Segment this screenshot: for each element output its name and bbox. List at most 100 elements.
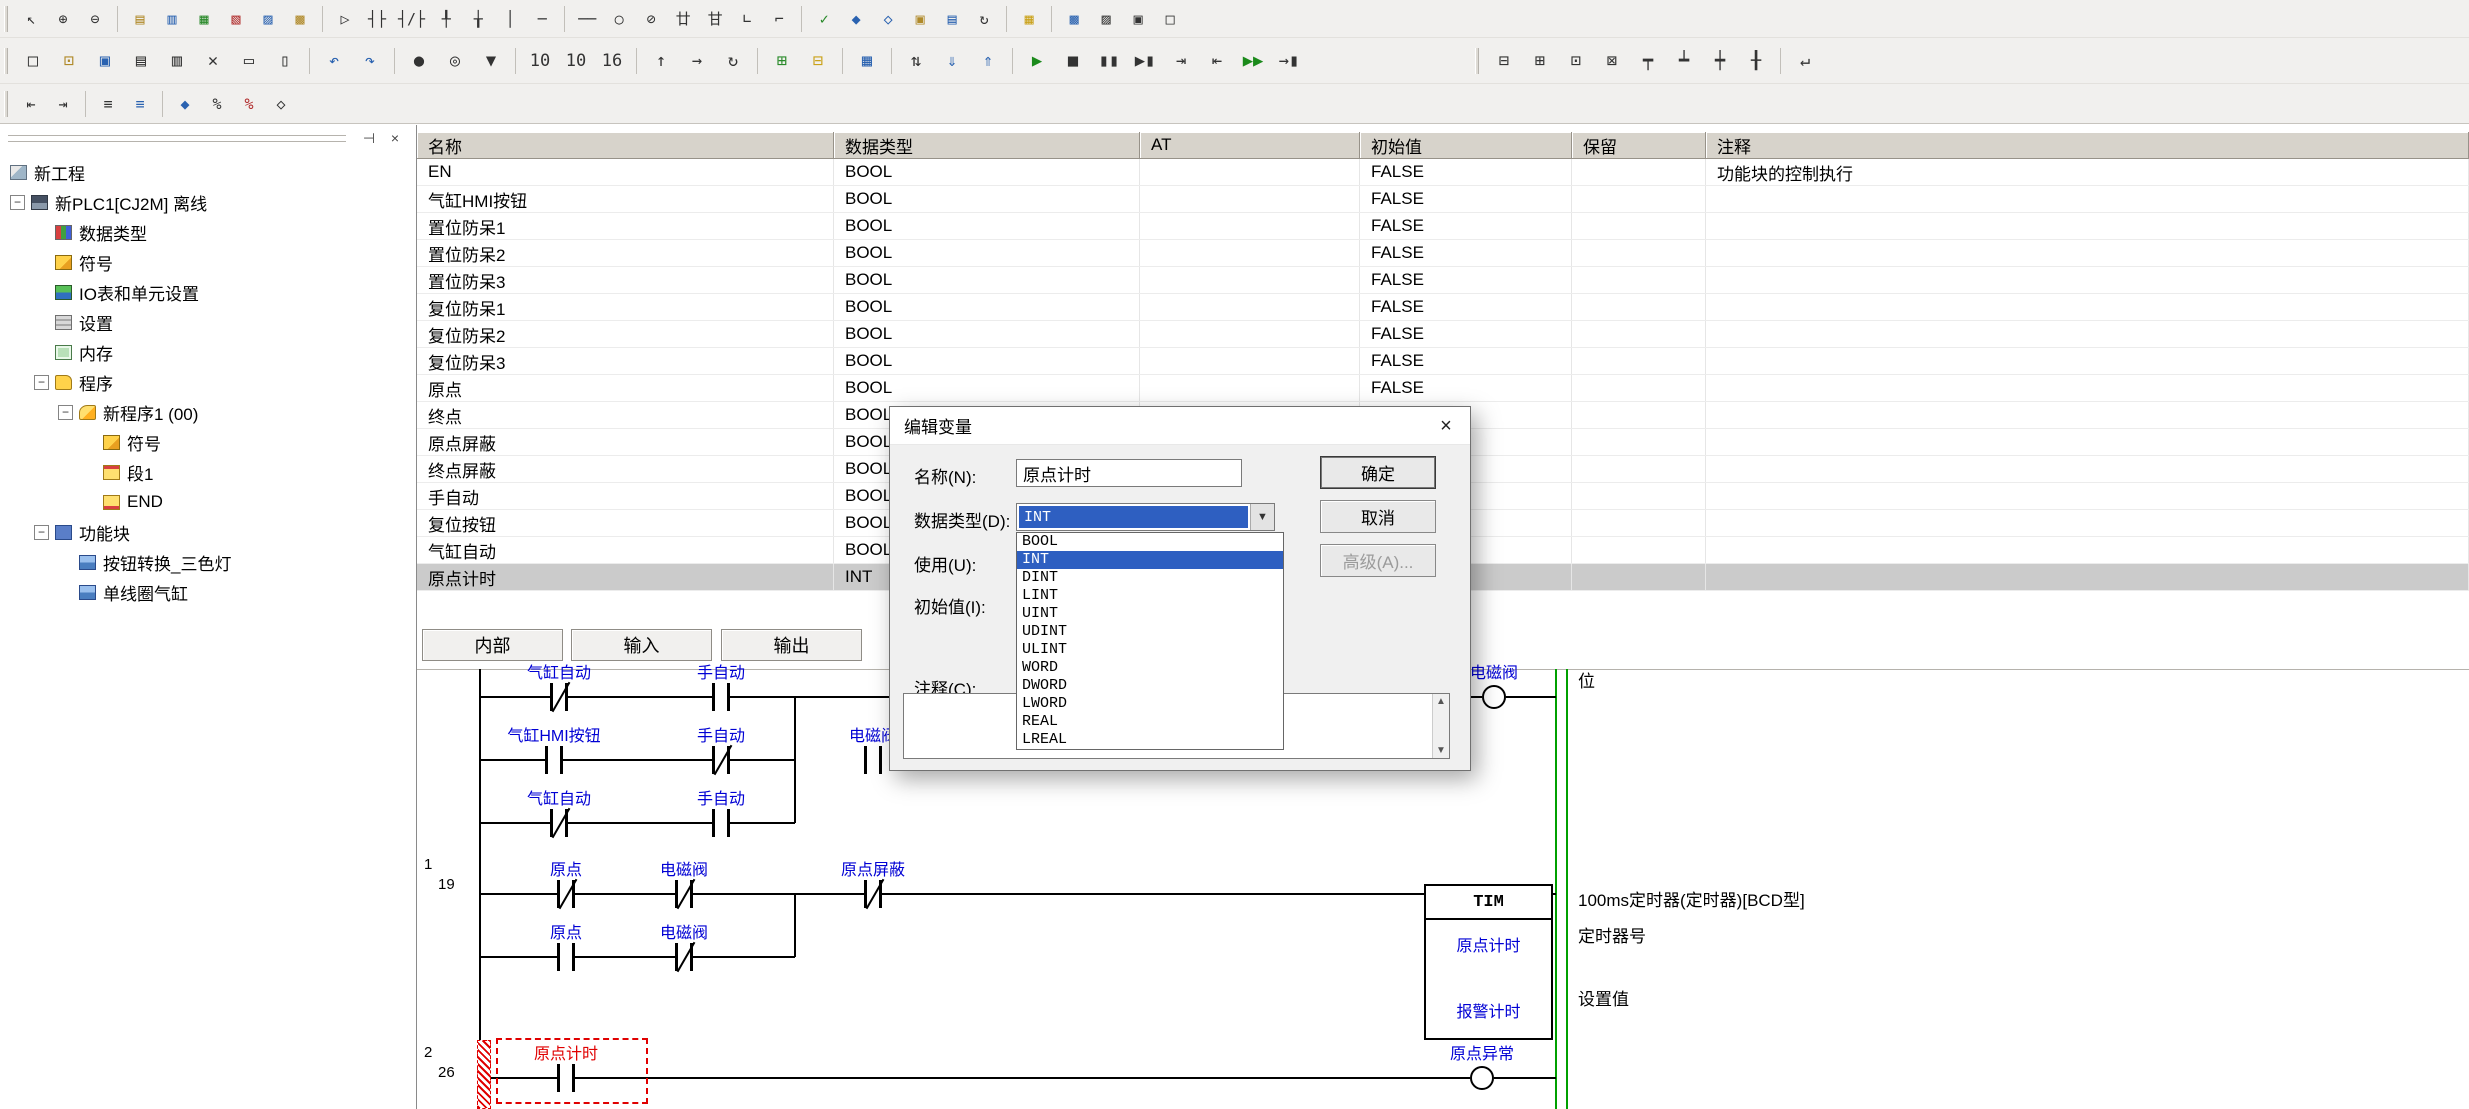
- dropdown-option[interactable]: UINT: [1017, 605, 1283, 623]
- table-row[interactable]: 复位防呆2BOOLFALSE: [417, 321, 2469, 348]
- column-header[interactable]: 保留: [1572, 132, 1706, 159]
- view-mnemonic-icon[interactable]: ▥: [157, 4, 187, 34]
- dialog-titlebar[interactable]: 编辑变量: [890, 407, 1470, 445]
- dock-panel-icon[interactable]: ⊣: [356, 128, 382, 148]
- open-file-icon[interactable]: ⊡: [52, 44, 86, 78]
- usage-rate-icon[interactable]: %: [234, 89, 264, 119]
- print-icon[interactable]: ▤: [124, 44, 158, 78]
- long-wire-icon[interactable]: ──: [572, 4, 602, 34]
- fb-define-icon[interactable]: ◇: [873, 4, 903, 34]
- io-table-view-icon[interactable]: ▧: [221, 4, 251, 34]
- stop-icon[interactable]: ■: [1056, 44, 1090, 78]
- tree-expander-icon[interactable]: −: [34, 525, 49, 540]
- diff-instruction-icon[interactable]: 甘: [700, 4, 730, 34]
- table-row[interactable]: 置位防呆3BOOLFALSE: [417, 267, 2469, 294]
- or-nc-contact-icon[interactable]: ╁: [463, 4, 493, 34]
- column-header[interactable]: 初始值: [1360, 132, 1572, 159]
- dropdown-option[interactable]: LINT: [1017, 587, 1283, 605]
- online-edit-icon[interactable]: ▦: [1014, 4, 1044, 34]
- continuous-run-icon[interactable]: ▶▶: [1236, 44, 1270, 78]
- counter-instruction-icon[interactable]: ⌐: [764, 4, 794, 34]
- view-diagram-icon[interactable]: ▤: [125, 4, 155, 34]
- tree-item[interactable]: 设置: [0, 307, 416, 337]
- copy-icon[interactable]: ▭: [232, 44, 266, 78]
- paste-icon[interactable]: ▯: [268, 44, 302, 78]
- tree-item[interactable]: 符号: [0, 427, 416, 457]
- zoom-in-icon[interactable]: ⊕: [48, 4, 78, 34]
- align-center-icon[interactable]: ⊞: [1523, 44, 1557, 78]
- outdent-icon[interactable]: ⇤: [16, 89, 46, 119]
- add-symbol-icon[interactable]: ▣: [905, 4, 935, 34]
- pause-icon[interactable]: ▮▮: [1092, 44, 1126, 78]
- tree-item[interactable]: 数据类型: [0, 217, 416, 247]
- work-online-icon[interactable]: ⊞: [765, 44, 799, 78]
- monitor-window-icon[interactable]: ▩: [1059, 4, 1089, 34]
- fb-instance-icon[interactable]: ◆: [841, 4, 871, 34]
- align-bottom-icon[interactable]: ┷: [1667, 44, 1701, 78]
- watch-icon[interactable]: ▨: [1091, 4, 1121, 34]
- toggle-monitor-icon[interactable]: ▦: [850, 44, 884, 78]
- go-to-rung-icon[interactable]: ↑: [644, 44, 678, 78]
- tab-input[interactable]: 输入: [571, 629, 712, 661]
- hex-view-icon[interactable]: 16: [595, 44, 629, 78]
- step-into-icon[interactable]: ⇥: [1164, 44, 1198, 78]
- scroll-down-icon[interactable]: ▼: [1436, 743, 1446, 758]
- dropdown-option[interactable]: REAL: [1017, 713, 1283, 731]
- out-not-coil-icon[interactable]: ⊘: [636, 4, 666, 34]
- run-icon[interactable]: ▶: [1020, 44, 1054, 78]
- go-to-address-icon[interactable]: →: [680, 44, 714, 78]
- decimal-view-icon[interactable]: 10: [523, 44, 557, 78]
- toolbar-grip[interactable]: [4, 6, 8, 32]
- tree-item[interactable]: END: [0, 487, 416, 517]
- step-over-icon[interactable]: ⇤: [1200, 44, 1234, 78]
- pointer-tool-icon[interactable]: ↖: [16, 4, 46, 34]
- close-icon[interactable]: ×: [1422, 407, 1470, 445]
- no-contact-icon[interactable]: ┤├: [362, 4, 392, 34]
- dropdown-option[interactable]: ULINT: [1017, 641, 1283, 659]
- table-row[interactable]: 原点BOOLFALSE: [417, 375, 2469, 402]
- column-header[interactable]: 名称: [417, 132, 834, 159]
- tree-item[interactable]: −功能块: [0, 517, 416, 547]
- column-header[interactable]: 注释: [1706, 132, 2469, 159]
- or-no-contact-icon[interactable]: ╀: [431, 4, 461, 34]
- replace-icon[interactable]: ◎: [438, 44, 472, 78]
- table-row[interactable]: 复位防呆1BOOLFALSE: [417, 294, 2469, 321]
- symbol-table-icon[interactable]: ▦: [189, 4, 219, 34]
- align-middle-icon[interactable]: ┯: [1631, 44, 1665, 78]
- toolbar-grip[interactable]: [4, 48, 8, 74]
- distribute-h-icon[interactable]: ┿: [1703, 44, 1737, 78]
- return-icon[interactable]: ↵: [1788, 44, 1822, 78]
- datatype-combobox[interactable]: INT ▼: [1016, 503, 1275, 531]
- auto-online-icon[interactable]: ⊟: [801, 44, 835, 78]
- table-row[interactable]: ENBOOLFALSE功能块的控制执行: [417, 159, 2469, 186]
- dropdown-option[interactable]: LREAL: [1017, 731, 1283, 749]
- tree-item[interactable]: 单线圈气缸: [0, 577, 416, 607]
- chevron-down-icon[interactable]: ▼: [1250, 504, 1274, 530]
- tree-item[interactable]: 按钮转换_三色灯: [0, 547, 416, 577]
- tree-item[interactable]: 新工程: [0, 157, 416, 187]
- protection-icon[interactable]: ◇: [266, 89, 296, 119]
- tree-item[interactable]: −程序: [0, 367, 416, 397]
- program-check-icon[interactable]: ✓: [809, 4, 839, 34]
- download-icon[interactable]: ⇓: [935, 44, 969, 78]
- align-right-icon[interactable]: ⊡: [1559, 44, 1593, 78]
- tree-item[interactable]: IO表和单元设置: [0, 277, 416, 307]
- tree-item[interactable]: 内存: [0, 337, 416, 367]
- tree-expander-icon[interactable]: −: [58, 405, 73, 420]
- close-panel-icon[interactable]: ×: [382, 128, 408, 148]
- distribute-v-icon[interactable]: ╂: [1739, 44, 1773, 78]
- force-reset-icon[interactable]: □: [1155, 4, 1185, 34]
- zoom-out-icon[interactable]: ⊖: [80, 4, 110, 34]
- name-input[interactable]: 原点计时: [1016, 459, 1242, 487]
- indent-icon[interactable]: ⇥: [48, 89, 78, 119]
- redo-icon[interactable]: ↷: [353, 44, 387, 78]
- fb-generate-icon[interactable]: ◆: [170, 89, 200, 119]
- step-run-icon[interactable]: ▶▮: [1128, 44, 1162, 78]
- save-icon[interactable]: ▣: [88, 44, 122, 78]
- cross-reference-icon[interactable]: ▩: [285, 4, 315, 34]
- horizontal-wire-icon[interactable]: ─: [527, 4, 557, 34]
- align-top-icon[interactable]: ⊠: [1595, 44, 1629, 78]
- align-left-icon[interactable]: ⊟: [1487, 44, 1521, 78]
- print-preview-icon[interactable]: ▥: [160, 44, 194, 78]
- upload-icon[interactable]: ⇑: [971, 44, 1005, 78]
